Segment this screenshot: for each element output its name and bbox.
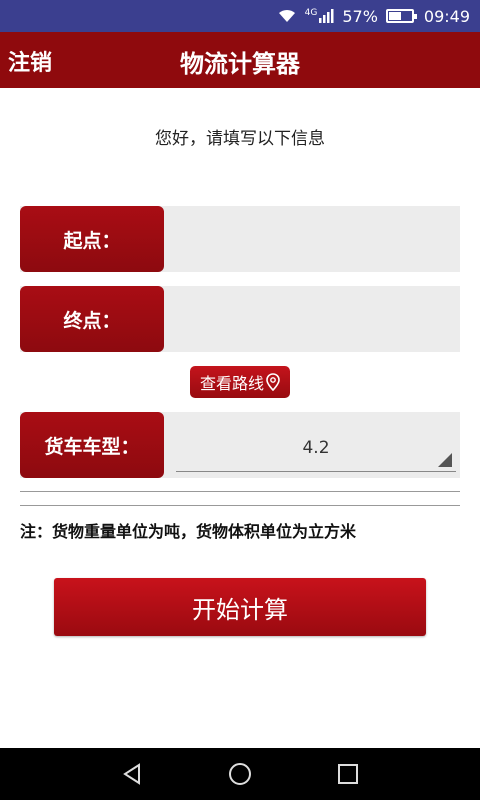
divider xyxy=(20,505,460,506)
home-icon[interactable] xyxy=(228,762,252,786)
battery-icon xyxy=(385,9,417,23)
network-type: 4G xyxy=(304,8,318,18)
page-title: 物流计算器 xyxy=(180,50,300,78)
dropdown-corner-icon xyxy=(438,453,452,467)
unit-note: 注：货物重量单位为吨，货物体积单位为立方米 xyxy=(20,522,357,541)
battery-percent: 57% xyxy=(342,6,378,26)
truck-type-label: 货车车型： xyxy=(20,412,164,478)
origin-label: 起点： xyxy=(20,206,164,272)
signal-icon: 4G xyxy=(305,8,335,24)
destination-label: 终点： xyxy=(20,286,164,352)
view-route-button[interactable]: 查看路线 xyxy=(190,366,290,398)
start-calculation-button[interactable]: 开始计算 xyxy=(54,578,426,636)
clock: 09:49 xyxy=(423,6,470,26)
back-icon[interactable] xyxy=(120,762,144,786)
divider xyxy=(20,491,460,492)
origin-row: 起点： xyxy=(20,206,460,272)
status-bar: 4G 57% 09:49 xyxy=(0,0,480,32)
truck-type-value: 4.2 xyxy=(302,438,330,458)
view-route-label: 查看路线 xyxy=(199,374,264,393)
destination-input[interactable] xyxy=(170,292,454,346)
destination-row: 终点： xyxy=(20,286,460,352)
app-header: 注销 物流计算器 xyxy=(0,32,480,88)
recents-icon[interactable] xyxy=(336,762,360,786)
wifi-icon xyxy=(277,8,297,24)
location-pin-icon xyxy=(266,373,280,391)
greeting-text: 您好，请填写以下信息 xyxy=(155,129,325,149)
truck-type-select[interactable]: 4.2 xyxy=(176,428,456,472)
origin-input[interactable] xyxy=(170,212,454,266)
system-nav-bar xyxy=(0,748,480,800)
